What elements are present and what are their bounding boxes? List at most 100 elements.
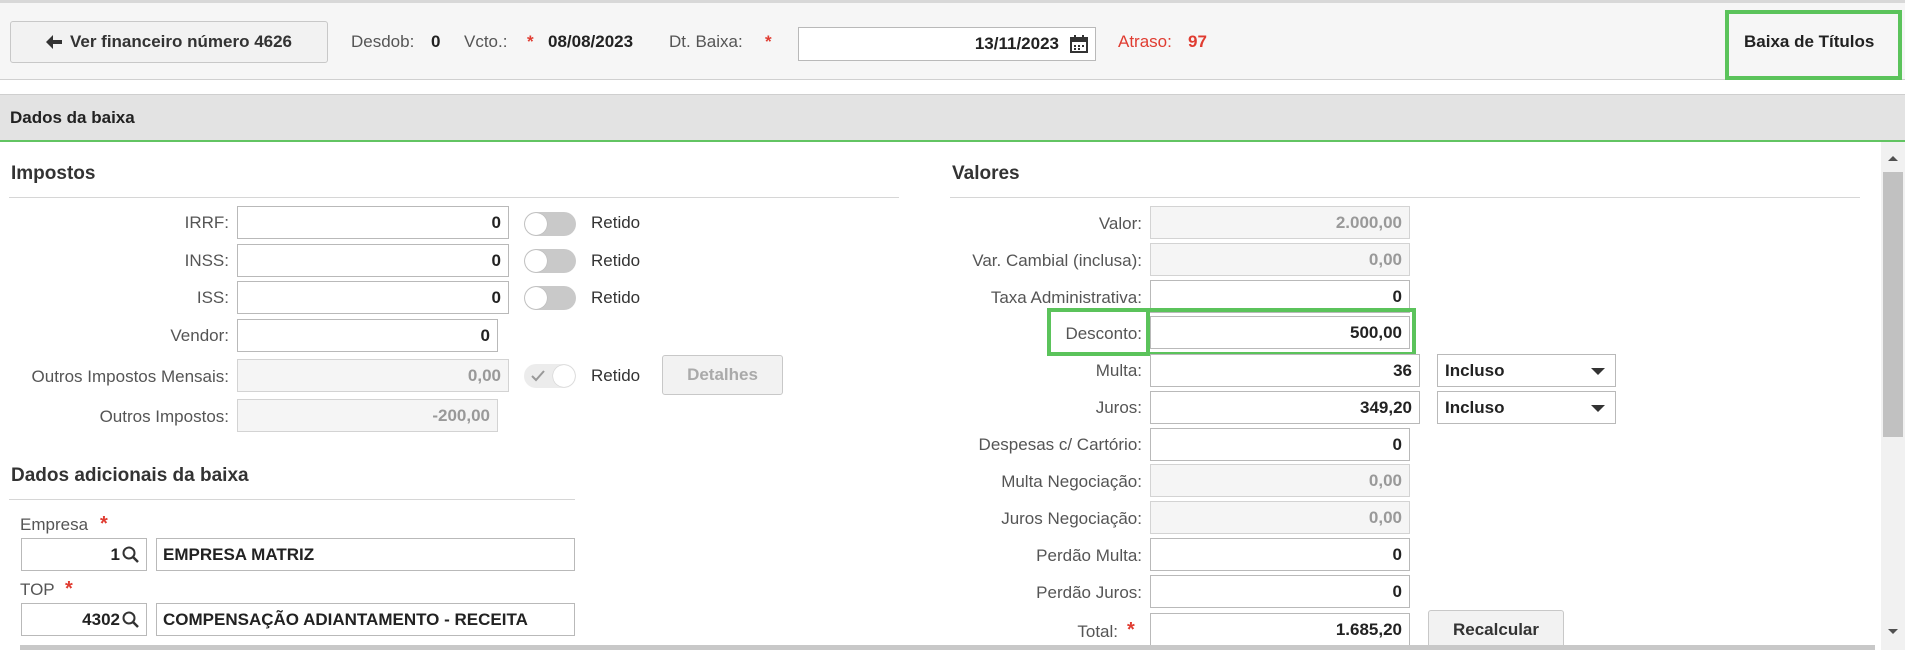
outros-impostos-value: -200,00 [432, 406, 490, 425]
scrollbar-thumb[interactable] [1883, 172, 1903, 437]
vcto-value: 08/08/2023 [548, 32, 634, 51]
valores-divider [950, 197, 1860, 198]
juros-label: Juros: [1095, 398, 1142, 417]
top-code-value: 4302 [82, 610, 120, 629]
taxa-administrativa-value: 0 [1392, 287, 1402, 306]
top-toolbar: Ver financeiro número 4626 Desdob: 0 Vct… [0, 0, 1905, 80]
dtbaixa-date-value: 13/11/2023 [974, 34, 1059, 53]
total-value: 1.685,20 [1335, 620, 1402, 639]
chevron-down-icon [1591, 405, 1605, 412]
multa-label: Multa: [1095, 361, 1142, 380]
section-title: Dados da baixa [10, 108, 135, 127]
empresa-label: Empresa [20, 515, 89, 534]
back-to-financeiro-button[interactable]: Ver financeiro número 4626 [10, 21, 328, 63]
perdao-juros-value: 0 [1392, 582, 1402, 601]
recalcular-button-label: Recalcular [1453, 620, 1539, 639]
irrf-value: 0 [491, 213, 501, 232]
desdob-value: 0 [431, 32, 441, 51]
irrf-retido-toggle[interactable] [524, 212, 576, 236]
juros-negociacao-label: Juros Negociação: [1001, 509, 1142, 528]
top-label: TOP [20, 580, 55, 599]
retido-label: Retido [591, 288, 641, 307]
despesas-cartorio-value: 0 [1392, 435, 1402, 454]
valor-value: 2.000,00 [1335, 213, 1402, 232]
scroll-down-icon[interactable] [1881, 622, 1905, 642]
calendar-icon[interactable] [1070, 35, 1088, 53]
required-mark: * [65, 578, 73, 600]
vertical-scrollbar[interactable] [1881, 142, 1905, 650]
desconto-input[interactable]: 500,00 [1150, 316, 1410, 349]
multa-select-value: Incluso [1445, 361, 1505, 380]
perdao-multa-label: Perdão Multa: [1036, 546, 1142, 565]
search-icon[interactable] [122, 611, 140, 629]
multa-input[interactable]: 36 [1150, 354, 1420, 387]
var-cambial-label: Var. Cambial (inclusa): [972, 251, 1142, 270]
juros-select-value: Incluso [1445, 398, 1505, 417]
chevron-down-icon [1591, 368, 1605, 375]
page-title: Baixa de Títulos [1744, 32, 1875, 51]
outros-impostos-mensais-input: 0,00 [237, 359, 509, 392]
multa-value: 36 [1393, 361, 1412, 380]
despesas-cartorio-input[interactable]: 0 [1150, 428, 1410, 461]
vendor-input[interactable]: 0 [237, 319, 498, 352]
iss-input[interactable]: 0 [237, 281, 509, 314]
perdao-juros-input[interactable]: 0 [1150, 575, 1410, 608]
var-cambial-value: 0,00 [1368, 250, 1402, 269]
irrf-input[interactable]: 0 [237, 206, 509, 239]
top-name-input[interactable]: COMPENSAÇÃO ADIANTAMENTO - RECEITA [156, 603, 575, 636]
desdob-label: Desdob: [351, 32, 415, 51]
retido-label: Retido [591, 213, 641, 232]
inss-retido-toggle[interactable] [524, 249, 576, 273]
perdao-multa-value: 0 [1392, 545, 1402, 564]
valores-title: Valores [952, 163, 1020, 184]
back-button-label: Ver financeiro número 4626 [69, 32, 293, 51]
valor-input: 2.000,00 [1150, 206, 1410, 239]
horizontal-scrollbar[interactable] [20, 645, 1875, 650]
required-mark: * [100, 513, 108, 535]
iss-value: 0 [491, 288, 501, 307]
scroll-up-icon[interactable] [1881, 148, 1905, 168]
required-mark: * [527, 32, 534, 51]
detalhes-button-label: Detalhes [687, 365, 758, 384]
recalcular-button[interactable]: Recalcular [1428, 610, 1564, 650]
detalhes-button: Detalhes [662, 355, 783, 395]
juros-negociacao-value: 0,00 [1368, 508, 1402, 527]
impostos-title: Impostos [11, 163, 96, 184]
multa-incluso-select[interactable]: Incluso [1437, 354, 1616, 387]
top-name-value: COMPENSAÇÃO ADIANTAMENTO - RECEITA [163, 610, 528, 629]
juros-negociacao-input: 0,00 [1150, 501, 1410, 534]
total-input[interactable]: 1.685,20 [1150, 613, 1410, 646]
iss-retido-toggle[interactable] [524, 286, 576, 310]
juros-input[interactable]: 349,20 [1150, 391, 1420, 424]
dtbaixa-date-input[interactable]: 13/11/2023 [798, 27, 1096, 61]
outros-impostos-mensais-value: 0,00 [467, 366, 501, 385]
iss-label: ISS: [196, 288, 229, 307]
empresa-name-input[interactable]: EMPRESA MATRIZ [156, 538, 575, 571]
irrf-label: IRRF: [184, 213, 229, 232]
adicionais-divider [9, 499, 575, 500]
empresa-name-value: EMPRESA MATRIZ [163, 545, 315, 564]
multa-negociacao-label: Multa Negociação: [1001, 472, 1142, 491]
inss-value: 0 [491, 251, 501, 270]
vendor-value: 0 [480, 326, 490, 345]
desconto-label: Desconto: [1065, 324, 1142, 343]
inss-input[interactable]: 0 [237, 244, 509, 277]
outros-impostos-label: Outros Impostos: [99, 407, 229, 426]
perdao-multa-input[interactable]: 0 [1150, 538, 1410, 571]
juros-incluso-select[interactable]: Incluso [1437, 391, 1616, 424]
taxa-administrativa-label: Taxa Administrativa: [990, 288, 1142, 307]
check-icon [531, 370, 545, 382]
perdao-juros-label: Perdão Juros: [1036, 583, 1142, 602]
retido-label: Retido [591, 251, 641, 270]
vendor-label: Vendor: [170, 326, 229, 345]
atraso-label: Atraso: [1118, 32, 1172, 51]
var-cambial-input: 0,00 [1150, 243, 1410, 276]
impostos-divider [9, 197, 899, 198]
outros-impostos-mensais-label: Outros Impostos Mensais: [31, 367, 229, 386]
arrow-left-icon [45, 35, 62, 49]
vcto-label: Vcto.: [464, 32, 508, 51]
empresa-code-value: 1 [110, 545, 120, 564]
search-icon[interactable] [122, 546, 140, 564]
outros-impostos-input: -200,00 [237, 399, 498, 432]
retido-label: Retido [591, 366, 641, 385]
